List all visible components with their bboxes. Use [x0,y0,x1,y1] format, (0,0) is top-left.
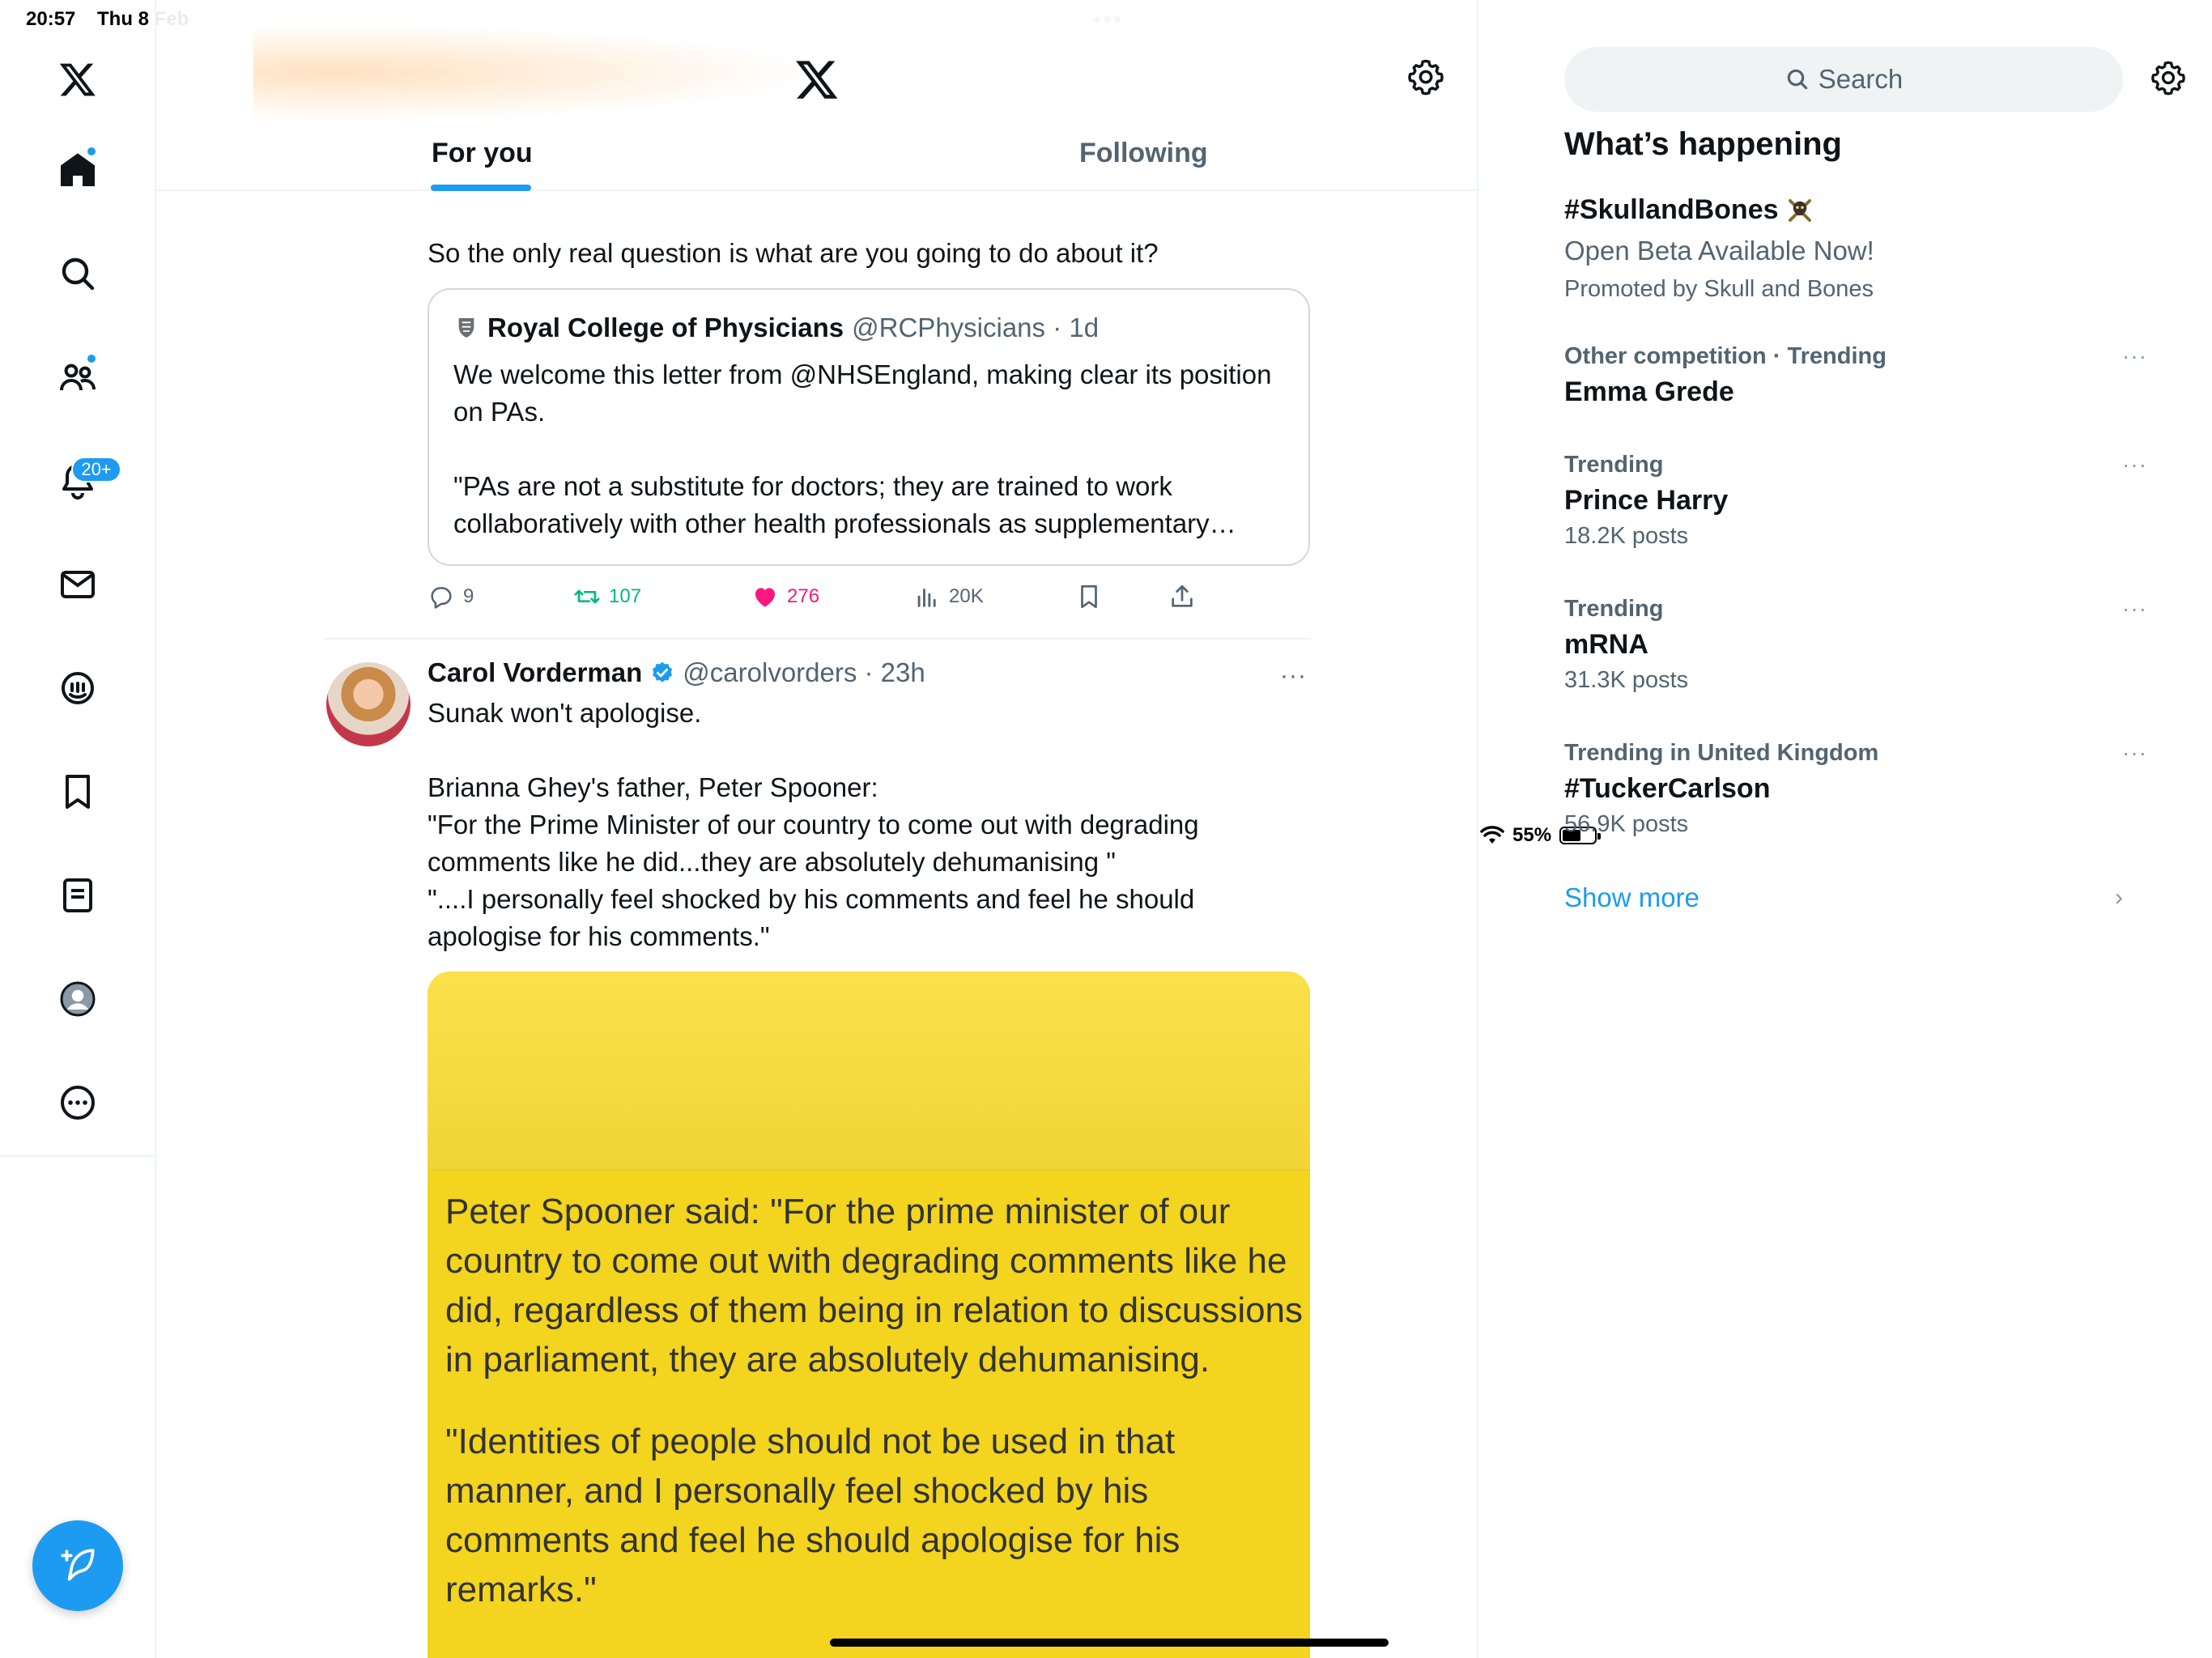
timeline-settings-gear-icon[interactable] [1407,58,1444,96]
search-input[interactable]: Search [1564,47,2123,112]
notifications-count-badge: 20+ [71,457,121,483]
home-indicator[interactable] [830,1639,1389,1647]
whats-happening-heading: What’s happening [1564,126,1842,162]
author-handle: @carolvorders · 23h [683,657,925,687]
trend-item[interactable]: Other competition · Trending Emma Grede … [1564,343,2147,408]
left-nav: 20+ [0,0,156,1658]
post-paragraph: Sunak won't apologise. [428,698,702,728]
post-divider [325,638,1311,640]
nav-divider [0,1155,156,1157]
trend-meta: Trending in United Kingdom [1564,740,1879,766]
trend-meta: Trending [1564,452,1664,478]
quoted-paragraph: We welcome this letter from @NHSEngland,… [453,359,1272,427]
messages-icon[interactable] [53,560,102,609]
views-button[interactable]: 20K [913,583,984,610]
search-icon[interactable] [53,249,102,298]
timeline-header: For you Following [156,0,1477,191]
promoted-topic: #SkullandBones [1564,194,1779,225]
tab-following[interactable]: Following [1079,138,1208,169]
active-tab-indicator [431,185,531,191]
trend-more-button[interactable]: ··· [2122,596,2147,622]
trend-topic: mRNA [1564,629,1648,660]
repost-icon [574,589,600,604]
avatar[interactable] [326,662,410,746]
search-placeholder: Search [1818,64,1904,94]
author-name[interactable]: Carol Vorderman [428,657,642,688]
view-count: 20K [949,585,984,607]
reply-button[interactable]: 9 [428,583,474,610]
trend-meta: Other competition · Trending [1564,343,1887,369]
lists-icon[interactable] [53,871,102,920]
trend-post-count: 31.3K posts [1564,667,1689,693]
image-caption: Peter Spooner said: "For the prime minis… [445,1187,1304,1647]
trend-post-count: 18.2K posts [1564,523,1689,549]
quoted-author-handle: @RCPhysicians · 1d [852,312,1100,342]
trend-more-button[interactable]: ··· [2122,452,2147,478]
reply-count: 9 [463,585,474,607]
trend-more-button[interactable]: ··· [2122,740,2147,766]
promoted-trend[interactable]: #SkullandBones Open Beta Available Now! … [1564,194,2147,303]
bookmark-button[interactable] [1075,583,1103,610]
image-caption-paragraph: "Identities of people should not be used… [445,1422,1180,1609]
quoted-author-name[interactable]: Royal College of Physicians [487,312,844,343]
quoted-post-text: We welcome this letter from @NHSEngland,… [453,356,1287,580]
trend-item[interactable]: Trending Prince Harry 18.2K posts ··· [1564,452,2147,550]
post-text: Sunak won't apologise. Brianna Ghey's fa… [428,695,1286,955]
repost-count: 107 [609,585,642,607]
x-logo-icon[interactable] [53,55,102,104]
bookmark-icon [1081,585,1097,609]
compose-feather-icon [61,1549,95,1581]
tab-for-you[interactable]: For you [432,138,533,169]
promoted-subtitle: Open Beta Available Now! [1564,236,1874,266]
grok-icon[interactable] [53,664,102,712]
search-icon [1787,69,1807,90]
like-button[interactable]: 276 [751,583,819,610]
chevron-right-icon[interactable]: › [2115,884,2123,912]
compose-post-button[interactable] [32,1520,123,1611]
trend-more-button[interactable]: ··· [2122,343,2147,369]
heart-filled-icon [755,588,776,607]
trend-topic: #TuckerCarlson [1564,773,1771,804]
more-icon[interactable] [53,1078,102,1127]
trend-item[interactable]: Trending mRNA 31.3K posts ··· [1564,596,2147,694]
rcp-crest-icon [453,315,479,341]
right-sidebar: Search What’s happening #SkullandBones O… [1480,0,2212,1658]
share-button[interactable] [1168,583,1196,610]
post-header: Carol Vorderman @carolvorders · 23h [428,657,925,688]
post-paragraph: Brianna Ghey's father, Peter Spooner: "F… [428,772,1199,951]
bookmarks-icon[interactable] [53,767,102,816]
trend-topic: Emma Grede [1564,376,1734,407]
quoted-paragraph: "PAs are not a substitute for doctors; t… [453,471,1236,538]
promoted-by: Promoted by Skull and Bones [1564,276,1874,302]
main-timeline: For you Following So the only real quest… [156,0,1478,1658]
repost-button[interactable]: 107 [573,583,641,610]
communities-unread-dot [86,353,97,364]
trend-meta: Trending [1564,596,1664,622]
trend-item[interactable]: Trending in United Kingdom #TuckerCarlso… [1564,740,2147,838]
tweet-text: So the only real question is what are yo… [428,238,1159,268]
share-icon [1172,585,1193,607]
reply-icon [431,587,452,609]
post-actions: 9 107 276 20K [428,583,1367,615]
post-image[interactable]: Peter Spooner said: "For the prime minis… [428,971,1310,1658]
show-more-link[interactable]: Show more [1564,882,1699,913]
explore-settings-gear-icon[interactable] [2150,60,2186,96]
trend-post-count: 56.9K posts [1564,811,1689,837]
like-count: 276 [787,585,820,607]
verified-badge-icon [653,661,673,682]
quoted-post-card[interactable]: Royal College of Physicians @RCPhysician… [428,288,1310,566]
skull-crossbones-icon [1788,198,1811,222]
x-logo-icon[interactable] [794,57,840,102]
home-unread-dot [86,146,97,157]
profile-icon[interactable] [53,975,102,1023]
trend-topic: Prince Harry [1564,485,1729,516]
post-more-button[interactable]: ··· [1280,662,1307,690]
image-caption-paragraph: Peter Spooner said: "For the prime minis… [445,1192,1304,1380]
views-icon [917,589,936,607]
